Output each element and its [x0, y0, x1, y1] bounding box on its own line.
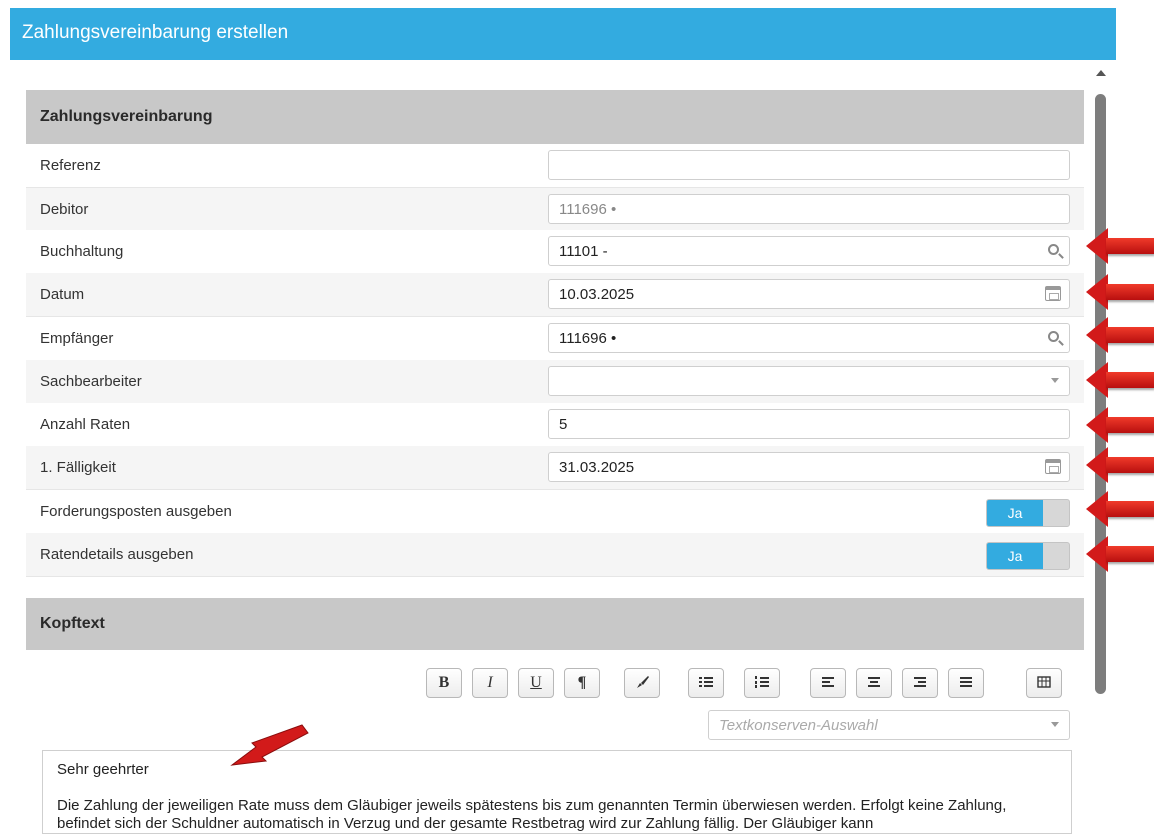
numbered-list-button[interactable] [744, 668, 780, 698]
red-arrow-icon [1086, 317, 1154, 353]
calendar-icon[interactable] [1045, 286, 1061, 301]
field-label: Sachbearbeiter [40, 373, 142, 390]
chevron-down-icon [1051, 378, 1059, 383]
datum-input[interactable]: 10.03.2025 [548, 279, 1070, 309]
bullet-list-button[interactable] [688, 668, 724, 698]
forderungsposten-toggle[interactable]: Ja [986, 499, 1070, 527]
search-icon[interactable] [1048, 331, 1059, 342]
align-right-icon [914, 677, 926, 687]
ratendetails-toggle[interactable]: Ja [986, 542, 1070, 570]
red-arrow-icon [1086, 447, 1154, 483]
italic-button[interactable]: I [472, 668, 508, 698]
faelligkeit-input[interactable]: 31.03.2025 [548, 452, 1070, 482]
section-title: Zahlungsvereinbarung [40, 108, 213, 125]
justify-button[interactable] [948, 668, 984, 698]
buchhaltung-value: 11101 - [559, 243, 608, 260]
search-icon[interactable] [1048, 244, 1059, 255]
row-faelligkeit: 1. Fälligkeit 31.03.2025 [26, 446, 1084, 490]
field-label: Ratendetails ausgeben [40, 546, 194, 563]
row-sachbearbeiter: Sachbearbeiter [26, 360, 1084, 404]
scroll-up-arrow-icon[interactable] [1096, 70, 1106, 76]
calendar-icon[interactable] [1045, 459, 1061, 474]
red-arrow-icon [1086, 407, 1154, 443]
red-arrow-icon [1086, 362, 1154, 398]
toggle-on-label: Ja [987, 543, 1043, 569]
align-center-button[interactable] [856, 668, 892, 698]
field-label: Buchhaltung [40, 243, 124, 260]
anzahl-raten-input[interactable]: 5 [548, 409, 1070, 439]
buchhaltung-input[interactable]: 11101 - [548, 236, 1070, 266]
row-buchhaltung: Buchhaltung 11101 - [26, 230, 1084, 274]
dialog-title-bar: Zahlungsvereinbarung erstellen [10, 8, 1116, 60]
section-title: Kopftext [40, 615, 105, 632]
row-anzahl-raten: Anzahl Raten 5 [26, 403, 1084, 447]
underline-button[interactable]: U [518, 668, 554, 698]
brush-button[interactable] [624, 668, 660, 698]
field-label: Empfänger [40, 330, 114, 347]
field-label: Anzahl Raten [40, 416, 131, 433]
section-header-zahlungsvereinbarung: Zahlungsvereinbarung [26, 90, 1084, 144]
textkonserven-select[interactable]: Textkonserven-Auswahl [708, 710, 1070, 740]
align-center-icon [868, 677, 880, 687]
bullet-list-icon [699, 677, 713, 687]
field-label: Datum [40, 286, 85, 303]
row-empfaenger: Empfänger 111696 • [26, 317, 1084, 361]
sachbearbeiter-select[interactable] [548, 366, 1070, 396]
editor-body: Die Zahlung der jeweiligen Rate muss dem… [57, 797, 1007, 832]
bold-button[interactable]: B [426, 668, 462, 698]
table-icon [1037, 676, 1051, 688]
paragraph-button[interactable]: ¶ [564, 668, 600, 698]
dialog-title: Zahlungsvereinbarung erstellen [22, 22, 289, 43]
red-arrow-icon [1086, 491, 1154, 527]
field-label: Forderungsposten ausgeben [40, 503, 232, 520]
align-left-icon [822, 677, 834, 687]
field-label: Referenz [40, 157, 101, 174]
toggle-on-label: Ja [987, 500, 1043, 526]
row-ratendetails: Ratendetails ausgeben Ja [26, 533, 1084, 577]
red-arrow-icon [230, 724, 309, 766]
field-label: 1. Fälligkeit [40, 459, 116, 476]
brush-icon [637, 676, 649, 688]
datum-value: 10.03.2025 [559, 286, 635, 303]
empfaenger-input[interactable]: 111696 • [548, 323, 1070, 353]
faelligkeit-value: 31.03.2025 [559, 459, 635, 476]
empfaenger-value: 111696 • [559, 330, 617, 347]
numbered-list-icon [755, 676, 769, 688]
row-debitor: Debitor 111696 • [26, 188, 1084, 232]
debitor-value: 111696 • [559, 201, 617, 218]
align-left-button[interactable] [810, 668, 846, 698]
kopftext-editor[interactable]: Sehr geehrter Die Zahlung der jeweiligen… [42, 750, 1072, 834]
align-right-button[interactable] [902, 668, 938, 698]
red-arrow-icon [1086, 228, 1154, 264]
chevron-down-icon [1051, 722, 1059, 727]
table-button[interactable] [1026, 668, 1062, 698]
editor-greeting: Sehr geehrter [57, 761, 149, 778]
section-header-kopftext: Kopftext [26, 598, 1084, 650]
justify-icon [960, 677, 972, 687]
red-arrow-icon [1086, 274, 1154, 310]
row-forderungsposten: Forderungsposten ausgeben Ja [26, 490, 1084, 534]
red-arrow-icon [1086, 536, 1154, 572]
referenz-input[interactable] [548, 150, 1070, 180]
row-datum: Datum 10.03.2025 [26, 273, 1084, 317]
field-label: Debitor [40, 201, 89, 218]
snippet-placeholder: Textkonserven-Auswahl [719, 717, 878, 734]
row-referenz: Referenz [26, 144, 1084, 188]
debitor-field: 111696 • [548, 194, 1070, 224]
